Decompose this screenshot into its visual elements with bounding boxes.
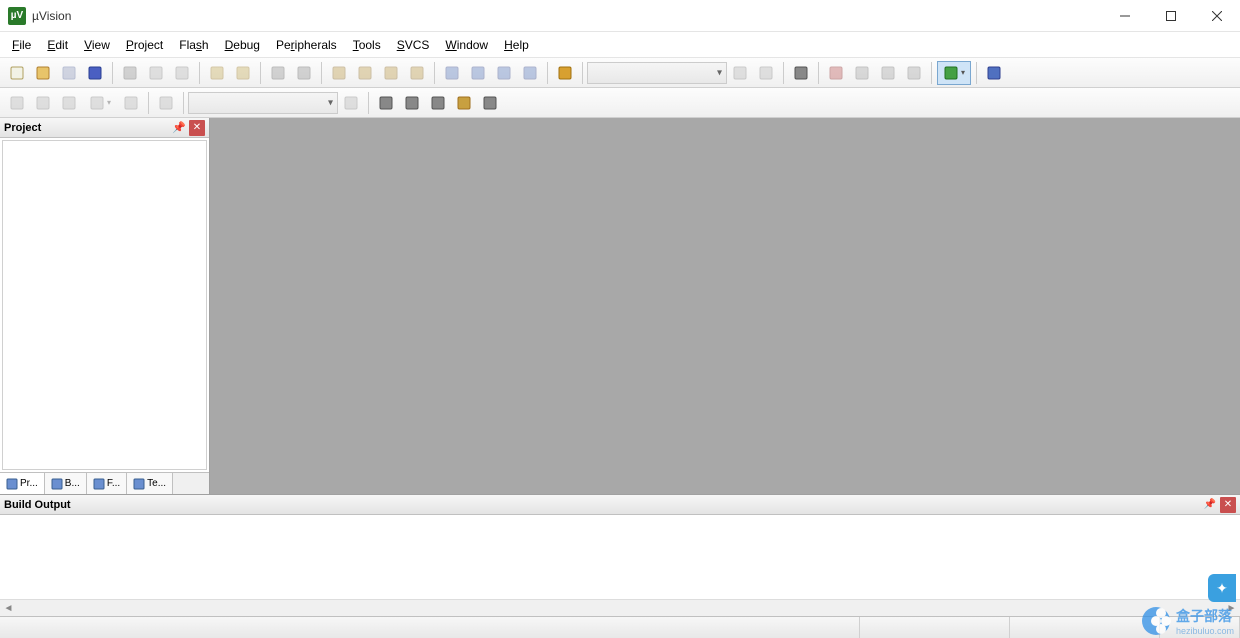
project-panel-tabs: Pr... B... F... Te...	[0, 472, 209, 494]
titlebar: µV µVision	[0, 0, 1240, 32]
nav-forward-icon	[292, 61, 316, 85]
find-combo[interactable]	[587, 62, 727, 84]
save-all-icon[interactable]	[83, 61, 107, 85]
manage-rte-icon[interactable]	[452, 91, 476, 115]
menu-flash[interactable]: Flash	[171, 35, 216, 55]
bookmark-clear-icon	[405, 61, 429, 85]
undo-icon	[205, 61, 229, 85]
target-combo[interactable]	[188, 92, 338, 114]
configure-icon[interactable]	[982, 61, 1006, 85]
statusbar	[0, 616, 1240, 638]
project-tab-books[interactable]: B...	[45, 473, 87, 494]
bookmark-next-icon	[379, 61, 403, 85]
project-tab-functions[interactable]: F...	[87, 473, 127, 494]
translate-icon	[5, 91, 29, 115]
menu-view[interactable]: View	[76, 35, 118, 55]
menu-project[interactable]: Project	[118, 35, 171, 55]
project-panel: Project 📌 ✕ Pr... B... F... Te...	[0, 118, 210, 494]
outdent-icon	[466, 61, 490, 85]
nav-back-icon	[266, 61, 290, 85]
cut-icon	[118, 61, 142, 85]
tab-label: Te...	[147, 478, 166, 489]
status-cell-4	[1160, 617, 1240, 638]
batch-build-icon: ▾	[83, 91, 117, 115]
target-options-icon	[339, 91, 363, 115]
breakpoint-enable-icon	[850, 61, 874, 85]
menu-svcs[interactable]: SVCS	[389, 35, 438, 55]
bookmark-toggle-icon	[327, 61, 351, 85]
tab-label: Pr...	[20, 478, 38, 489]
rebuild-icon	[57, 91, 81, 115]
pin-icon[interactable]: 📌	[1202, 497, 1218, 513]
menubar: FileEditViewProjectFlashDebugPeripherals…	[0, 32, 1240, 58]
books-tab-icon	[51, 478, 63, 490]
copy-icon	[144, 61, 168, 85]
breakpoint-kill-icon	[902, 61, 926, 85]
multi-project-icon[interactable]	[400, 91, 424, 115]
project-panel-title: Project	[4, 122, 169, 134]
tab-label: B...	[65, 478, 80, 489]
close-panel-icon[interactable]: ✕	[189, 120, 205, 136]
project-tab-icon	[6, 478, 18, 490]
toolbar-main: ▾	[0, 58, 1240, 88]
status-cell-3	[1010, 617, 1160, 638]
indent-icon	[440, 61, 464, 85]
close-panel-icon[interactable]: ✕	[1220, 497, 1236, 513]
comment-icon	[492, 61, 516, 85]
app-title: µVision	[32, 9, 71, 23]
editor-area	[210, 118, 1240, 494]
select-pack-icon[interactable]	[478, 91, 502, 115]
build-output-body[interactable]: ◄ ►	[0, 515, 1240, 616]
maximize-button[interactable]	[1148, 0, 1194, 32]
menu-peripherals[interactable]: Peripherals	[268, 35, 345, 55]
build-output-panel: Build Output 📌 ✕ ◄ ►	[0, 494, 1240, 616]
debug-icon[interactable]	[789, 61, 813, 85]
pin-icon[interactable]: 📌	[171, 120, 187, 136]
pack-installer-icon[interactable]	[426, 91, 450, 115]
find-in-files-icon[interactable]	[553, 61, 577, 85]
stop-build-icon	[119, 91, 143, 115]
build-output-header: Build Output 📌 ✕	[0, 495, 1240, 515]
menu-tools[interactable]: Tools	[345, 35, 389, 55]
manage-project-icon[interactable]	[374, 91, 398, 115]
close-button[interactable]	[1194, 0, 1240, 32]
find-icon	[728, 61, 752, 85]
app-icon: µV	[8, 7, 26, 25]
incremental-find-icon	[754, 61, 778, 85]
project-tree[interactable]	[2, 140, 207, 470]
menu-edit[interactable]: Edit	[39, 35, 76, 55]
paste-icon	[170, 61, 194, 85]
scroll-left-icon[interactable]: ◄	[0, 600, 17, 617]
build-icon	[31, 91, 55, 115]
menu-debug[interactable]: Debug	[217, 35, 268, 55]
menu-help[interactable]: Help	[496, 35, 537, 55]
menu-file[interactable]: File	[4, 35, 39, 55]
redo-icon	[231, 61, 255, 85]
tab-label: F...	[107, 478, 120, 489]
toolbar-build: ▾	[0, 88, 1240, 118]
menu-window[interactable]: Window	[437, 35, 496, 55]
new-file-icon[interactable]	[5, 61, 29, 85]
build-output-title: Build Output	[4, 499, 1200, 511]
templates-tab-icon	[133, 478, 145, 490]
status-cell-main	[0, 617, 860, 638]
bookmark-prev-icon	[353, 61, 377, 85]
breakpoint-insert-icon	[824, 61, 848, 85]
breakpoint-disable-icon	[876, 61, 900, 85]
main-area: Project 📌 ✕ Pr... B... F... Te...	[0, 118, 1240, 494]
functions-tab-icon	[93, 478, 105, 490]
uncomment-icon	[518, 61, 542, 85]
download-icon	[154, 91, 178, 115]
window-layout-icon[interactable]: ▾	[937, 61, 971, 85]
project-tab-project[interactable]: Pr...	[0, 473, 45, 495]
minimize-button[interactable]	[1102, 0, 1148, 32]
overlay-badge-icon: ✦	[1208, 574, 1236, 602]
project-panel-header: Project 📌 ✕	[0, 118, 209, 138]
open-file-icon[interactable]	[31, 61, 55, 85]
horizontal-scrollbar[interactable]: ◄ ►	[0, 599, 1240, 616]
status-cell-2	[860, 617, 1010, 638]
project-tab-templates[interactable]: Te...	[127, 473, 173, 494]
save-icon	[57, 61, 81, 85]
